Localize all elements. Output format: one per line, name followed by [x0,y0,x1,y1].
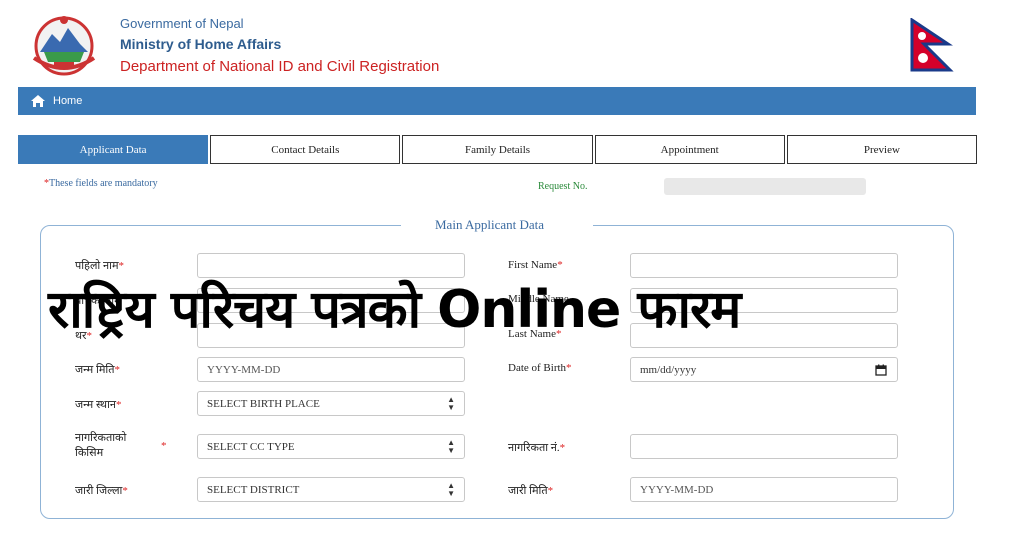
select-arrows-icon: ▲ ▼ [447,394,455,412]
home-icon[interactable] [30,94,46,108]
overlay-title: राष्ट्रिय परिचय पत्रको Online फारम [48,280,741,340]
request-no-label: Request No. [538,181,588,192]
government-label: Government of Nepal [120,16,244,31]
issue-district-select[interactable]: SELECT DISTRICT ▲ ▼ [197,477,465,502]
dob-np-label: जन्म मिति* [75,364,121,376]
nepal-flag-icon [910,18,954,72]
home-link[interactable]: Home [53,95,82,107]
dob-np-input[interactable]: YYYY-MM-DD [197,357,465,382]
mandatory-note: *These fields are mandatory [44,178,158,189]
birth-place-select[interactable]: SELECT BIRTH PLACE ▲ ▼ [197,391,465,416]
calendar-icon[interactable] [875,364,887,376]
select-arrows-icon: ▲ ▼ [447,437,455,455]
dob-input[interactable]: mm/dd/yyyy [630,357,898,382]
form-tabs: Applicant Data Contact Details Family De… [18,135,978,164]
select-arrows-icon: ▲ ▼ [447,480,455,498]
cc-type-label: नागरिकताको किसिम [75,432,127,459]
fieldset-legend: Main Applicant Data [429,217,551,233]
top-navbar: Home [18,87,976,115]
issue-date-label: जारी मिति* [508,485,554,497]
cc-number-label: नागरिकता नं.* [508,442,566,454]
tab-contact-details[interactable]: Contact Details [210,135,401,164]
issue-date-input[interactable]: YYYY-MM-DD [630,477,898,502]
department-label: Department of National ID and Civil Regi… [120,58,440,75]
tab-appointment[interactable]: Appointment [594,135,785,164]
issue-district-label: जारी जिल्ला* [75,485,128,497]
site-header: Government of Nepal Ministry of Home Aff… [0,0,1024,88]
ministry-label: Ministry of Home Affairs [120,36,282,52]
tab-preview[interactable]: Preview [786,135,978,164]
request-no-field [664,178,866,195]
cc-type-select[interactable]: SELECT CC TYPE ▲ ▼ [197,434,465,459]
cc-number-input[interactable] [630,434,898,459]
birth-place-label: जन्म स्थान* [75,399,122,411]
dob-label: Date of Birth* [508,362,572,374]
tab-family-details[interactable]: Family Details [402,135,593,164]
nepal-emblem-logo [32,16,96,76]
cc-type-required-star: * [161,440,167,452]
tab-applicant-data[interactable]: Applicant Data [18,135,209,164]
